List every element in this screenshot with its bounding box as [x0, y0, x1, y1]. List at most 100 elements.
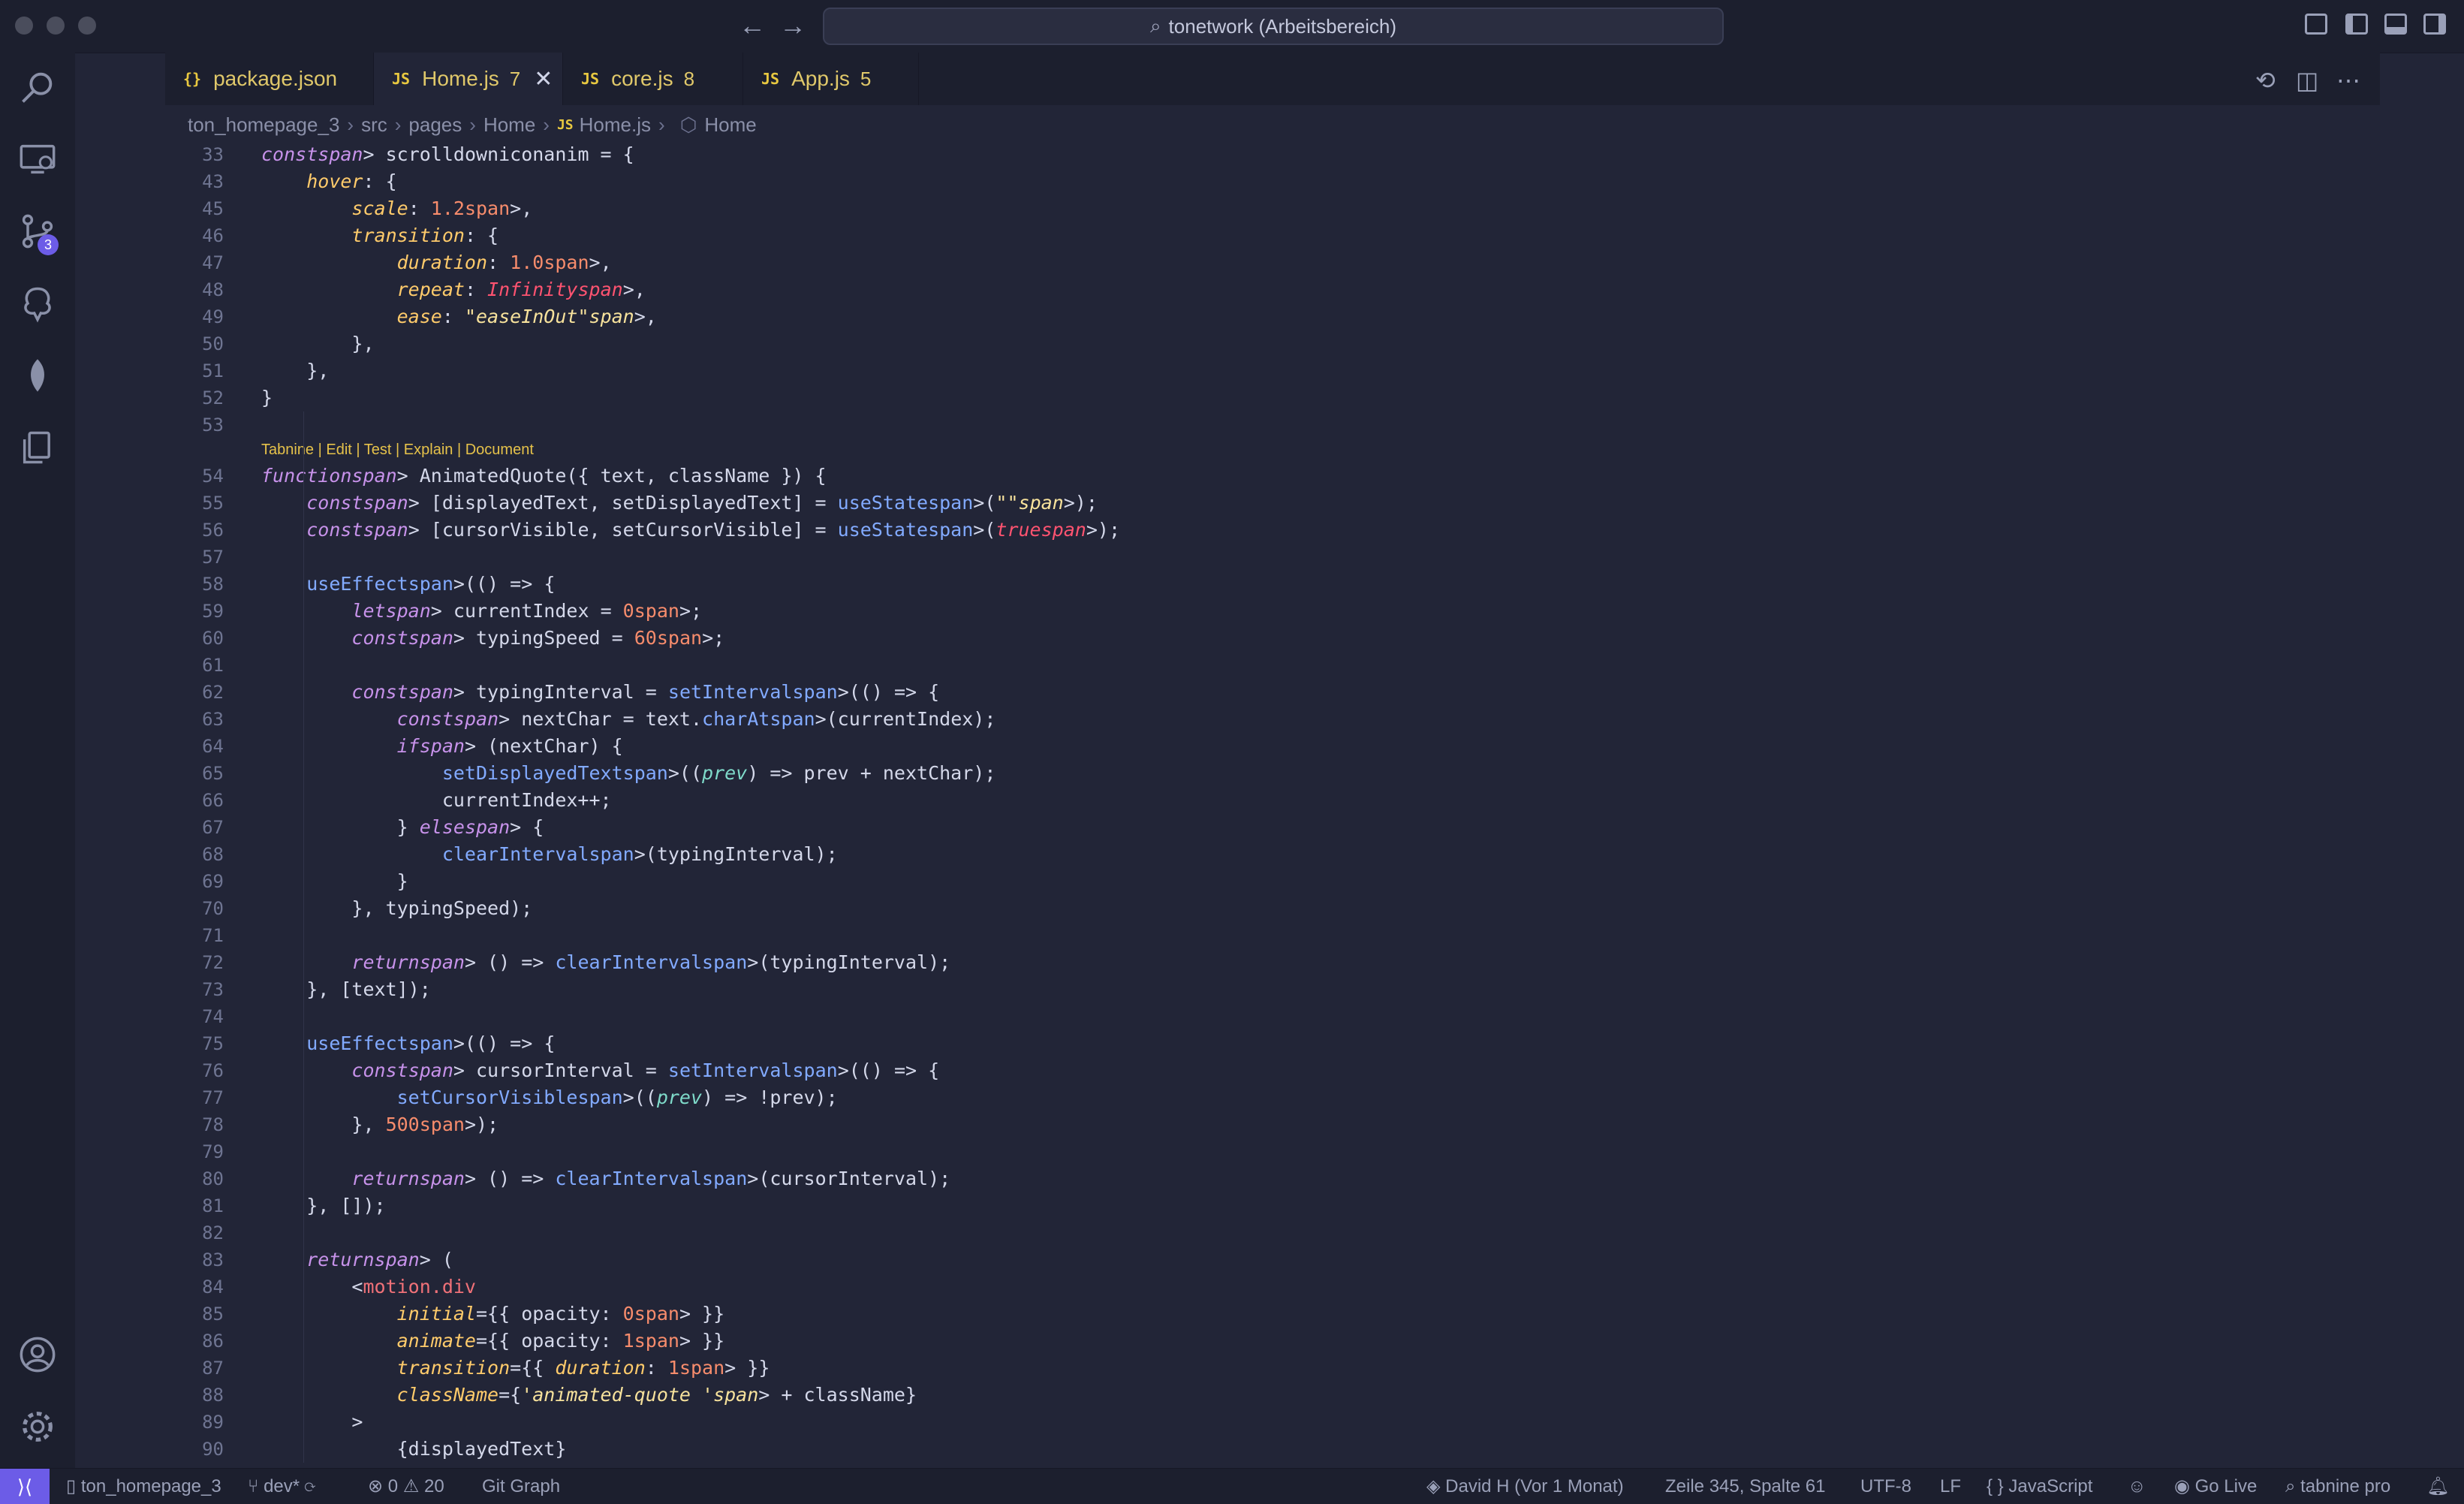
account-icon[interactable]	[18, 1335, 57, 1374]
code-line[interactable]: 72 returnspan> () => clearIntervalspan>(…	[165, 949, 2342, 976]
language-mode[interactable]: { } JavaScript	[1987, 1469, 2092, 1504]
forward-arrow-icon[interactable]: →	[779, 11, 806, 41]
code-line[interactable]: 67 } elsespan> {	[165, 814, 2342, 841]
tab-core-js[interactable]: JS core.js 8	[563, 53, 743, 105]
code-line[interactable]: 49 ease: "easeInOut"span>,	[165, 303, 2342, 330]
code-line[interactable]: 84 <motion.div	[165, 1273, 2342, 1301]
code-line[interactable]: 89 >	[165, 1409, 2342, 1436]
code-line[interactable]: 79	[165, 1138, 2342, 1165]
code-line[interactable]: 61	[165, 652, 2342, 679]
code-line[interactable]: 58 useEffectspan>(() => {	[165, 571, 2342, 598]
search-icon[interactable]	[18, 68, 57, 107]
breadcrumb-item[interactable]: src	[361, 113, 387, 137]
code-line[interactable]: 77 setCursorVisiblespan>((prev) => !prev…	[165, 1084, 2342, 1111]
code-line[interactable]: 56 constspan> [cursorVisible, setCursorV…	[165, 517, 2342, 544]
breadcrumb-item[interactable]: pages	[408, 113, 462, 137]
code-line[interactable]: 70 }, typingSpeed);	[165, 895, 2342, 922]
code-editor[interactable]: 33 constspan> scrolldowniconanim = {43 ho…	[165, 141, 2357, 1463]
code-line[interactable]: 88 className={'animated-quote 'span> + c…	[165, 1382, 2342, 1409]
code-line[interactable]: 60 constspan> typingSpeed = 60span>;	[165, 625, 2342, 652]
branch-item[interactable]: ⑂ dev* ⟳	[248, 1469, 315, 1504]
code-line[interactable]: 82	[165, 1219, 2342, 1246]
code-line[interactable]: 71	[165, 922, 2342, 949]
codelens-action[interactable]: Edit	[326, 442, 351, 458]
code-line[interactable]: 78 }, 500span>);	[165, 1111, 2342, 1138]
customize-layout-icon[interactable]	[2305, 14, 2327, 35]
code-line[interactable]: 33 constspan> scrolldowniconanim = {	[165, 141, 2342, 168]
remote-indicator-icon[interactable]: ⟩⟨	[0, 1469, 50, 1504]
codelens-action[interactable]: Document	[465, 442, 534, 458]
code-line[interactable]: 68 clearIntervalspan>(typingInterval);	[165, 841, 2342, 868]
settings-gear-icon[interactable]	[18, 1407, 57, 1446]
close-window-button[interactable]	[15, 17, 33, 35]
code-line[interactable]: 51 },	[165, 357, 2342, 384]
code-line[interactable]: 50 },	[165, 330, 2342, 357]
back-arrow-icon[interactable]: ←	[739, 11, 766, 41]
split-editor-icon[interactable]: ◫	[2296, 66, 2318, 95]
code-line[interactable]: 43 hover: {	[165, 168, 2342, 195]
code-line[interactable]: 54 functionspan> AnimatedQuote({ text, cl…	[165, 463, 2342, 490]
toggle-secondary-sidebar-icon[interactable]	[2423, 14, 2446, 35]
toggle-panel-icon[interactable]	[2384, 14, 2407, 35]
code-line[interactable]: 74	[165, 1003, 2342, 1030]
code-line[interactable]: 90 {displayedText}	[165, 1436, 2342, 1463]
code-line[interactable]: 83 returnspan> (	[165, 1246, 2342, 1273]
code-line[interactable]: 69 }	[165, 868, 2342, 895]
code-line[interactable]: 53	[165, 411, 2342, 439]
code-line[interactable]: 80 returnspan> () => clearIntervalspan>(…	[165, 1165, 2342, 1192]
code-line[interactable]: 65 setDisplayedTextspan>((prev) => prev …	[165, 760, 2342, 787]
more-actions-icon[interactable]: ⋯	[2336, 66, 2360, 95]
codelens-action[interactable]: Test	[364, 442, 392, 458]
breadcrumb-item[interactable]: Home	[483, 113, 535, 137]
tab-package-json[interactable]: {} package.json	[165, 53, 374, 105]
tabnine-status[interactable]: ⌕ tabnine pro	[2285, 1469, 2390, 1504]
codelens-action[interactable]: Tabnine	[261, 442, 314, 458]
breadcrumb-item[interactable]: Home.js	[580, 113, 651, 137]
tab-home-js[interactable]: JS Home.js 7 ✕	[374, 53, 563, 105]
code-line[interactable]: 85 initial={{ opacity: 0span> }}	[165, 1301, 2342, 1328]
notifications-bell-icon[interactable]: 🔔︎	[2426, 1469, 2449, 1504]
code-line[interactable]: 57	[165, 544, 2342, 571]
breadcrumb-item[interactable]: Home	[704, 113, 756, 137]
code-line[interactable]: 63 constspan> nextChar = text.charAtspan…	[165, 706, 2342, 733]
tabnine-codelens[interactable]: Tabnine | Edit | Test | Explain | Docume…	[261, 442, 534, 459]
code-line[interactable]: 81 }, []);	[165, 1192, 2342, 1219]
command-center-search[interactable]: ⌕ tonetwork (Arbeitsbereich)	[823, 8, 1724, 45]
problems-item[interactable]: ⊗ 0 ⚠ 20	[368, 1469, 444, 1504]
code-line[interactable]: 73 }, [text]);	[165, 976, 2342, 1003]
code-line[interactable]: 62 constspan> typingInterval = setInterv…	[165, 679, 2342, 706]
code-line[interactable]: 52}	[165, 384, 2342, 411]
remote-explorer-icon[interactable]	[18, 140, 57, 179]
code-line[interactable]: 76 constspan> cursorInterval = setInterv…	[165, 1057, 2342, 1084]
tab-app-js[interactable]: JS App.js 5	[743, 53, 919, 105]
repo-item[interactable]: ▯ ton_homepage_3	[66, 1469, 221, 1504]
toggle-primary-sidebar-icon[interactable]	[2345, 14, 2368, 35]
code-line[interactable]: 55 constspan> [displayedText, setDisplay…	[165, 490, 2342, 517]
cursor-position[interactable]: Zeile 345, Spalte 61	[1665, 1469, 1825, 1504]
breadcrumb-item[interactable]: ton_homepage_3	[188, 113, 339, 137]
code-line[interactable]: 45 scale: 1.2span>,	[165, 195, 2342, 222]
code-line[interactable]: 87 transition={{ duration: 1span> }}	[165, 1355, 2342, 1382]
copilot-icon[interactable]: ☺	[2128, 1469, 2146, 1504]
code-line[interactable]: 86 animate={{ opacity: 1span> }}	[165, 1328, 2342, 1355]
encoding[interactable]: UTF-8	[1860, 1469, 1911, 1504]
timeline-history-icon[interactable]: ⟲	[2255, 66, 2276, 95]
code-line[interactable]: 59 letspan> currentIndex = 0span>;	[165, 598, 2342, 625]
explorer-files-icon[interactable]	[18, 428, 57, 467]
minimize-window-button[interactable]	[47, 17, 65, 35]
go-live-button[interactable]: ◉ Go Live	[2174, 1469, 2257, 1504]
code-line[interactable]: 66 currentIndex++;	[165, 787, 2342, 814]
code-line[interactable]: 47 duration: 1.0span>,	[165, 249, 2342, 276]
code-line[interactable]: 48 repeat: Infinityspan>,	[165, 276, 2342, 303]
close-tab-icon[interactable]: ✕	[534, 66, 553, 92]
git-blame-item[interactable]: ◈ David H (Vor 1 Monat)	[1426, 1469, 1624, 1504]
code-line[interactable]: 75 useEffectspan>(() => {	[165, 1030, 2342, 1057]
end-of-line[interactable]: LF	[1940, 1469, 1961, 1504]
code-line[interactable]: 46 transition: {	[165, 222, 2342, 249]
maximize-window-button[interactable]	[78, 17, 96, 35]
mongodb-leaf-icon[interactable]	[18, 356, 57, 395]
codelens-action[interactable]: Explain	[404, 442, 453, 458]
git-graph-button[interactable]: Git Graph	[482, 1469, 560, 1504]
code-line[interactable]: 64 ifspan> (nextChar) {	[165, 733, 2342, 760]
extensions-tree-icon[interactable]	[18, 284, 57, 323]
